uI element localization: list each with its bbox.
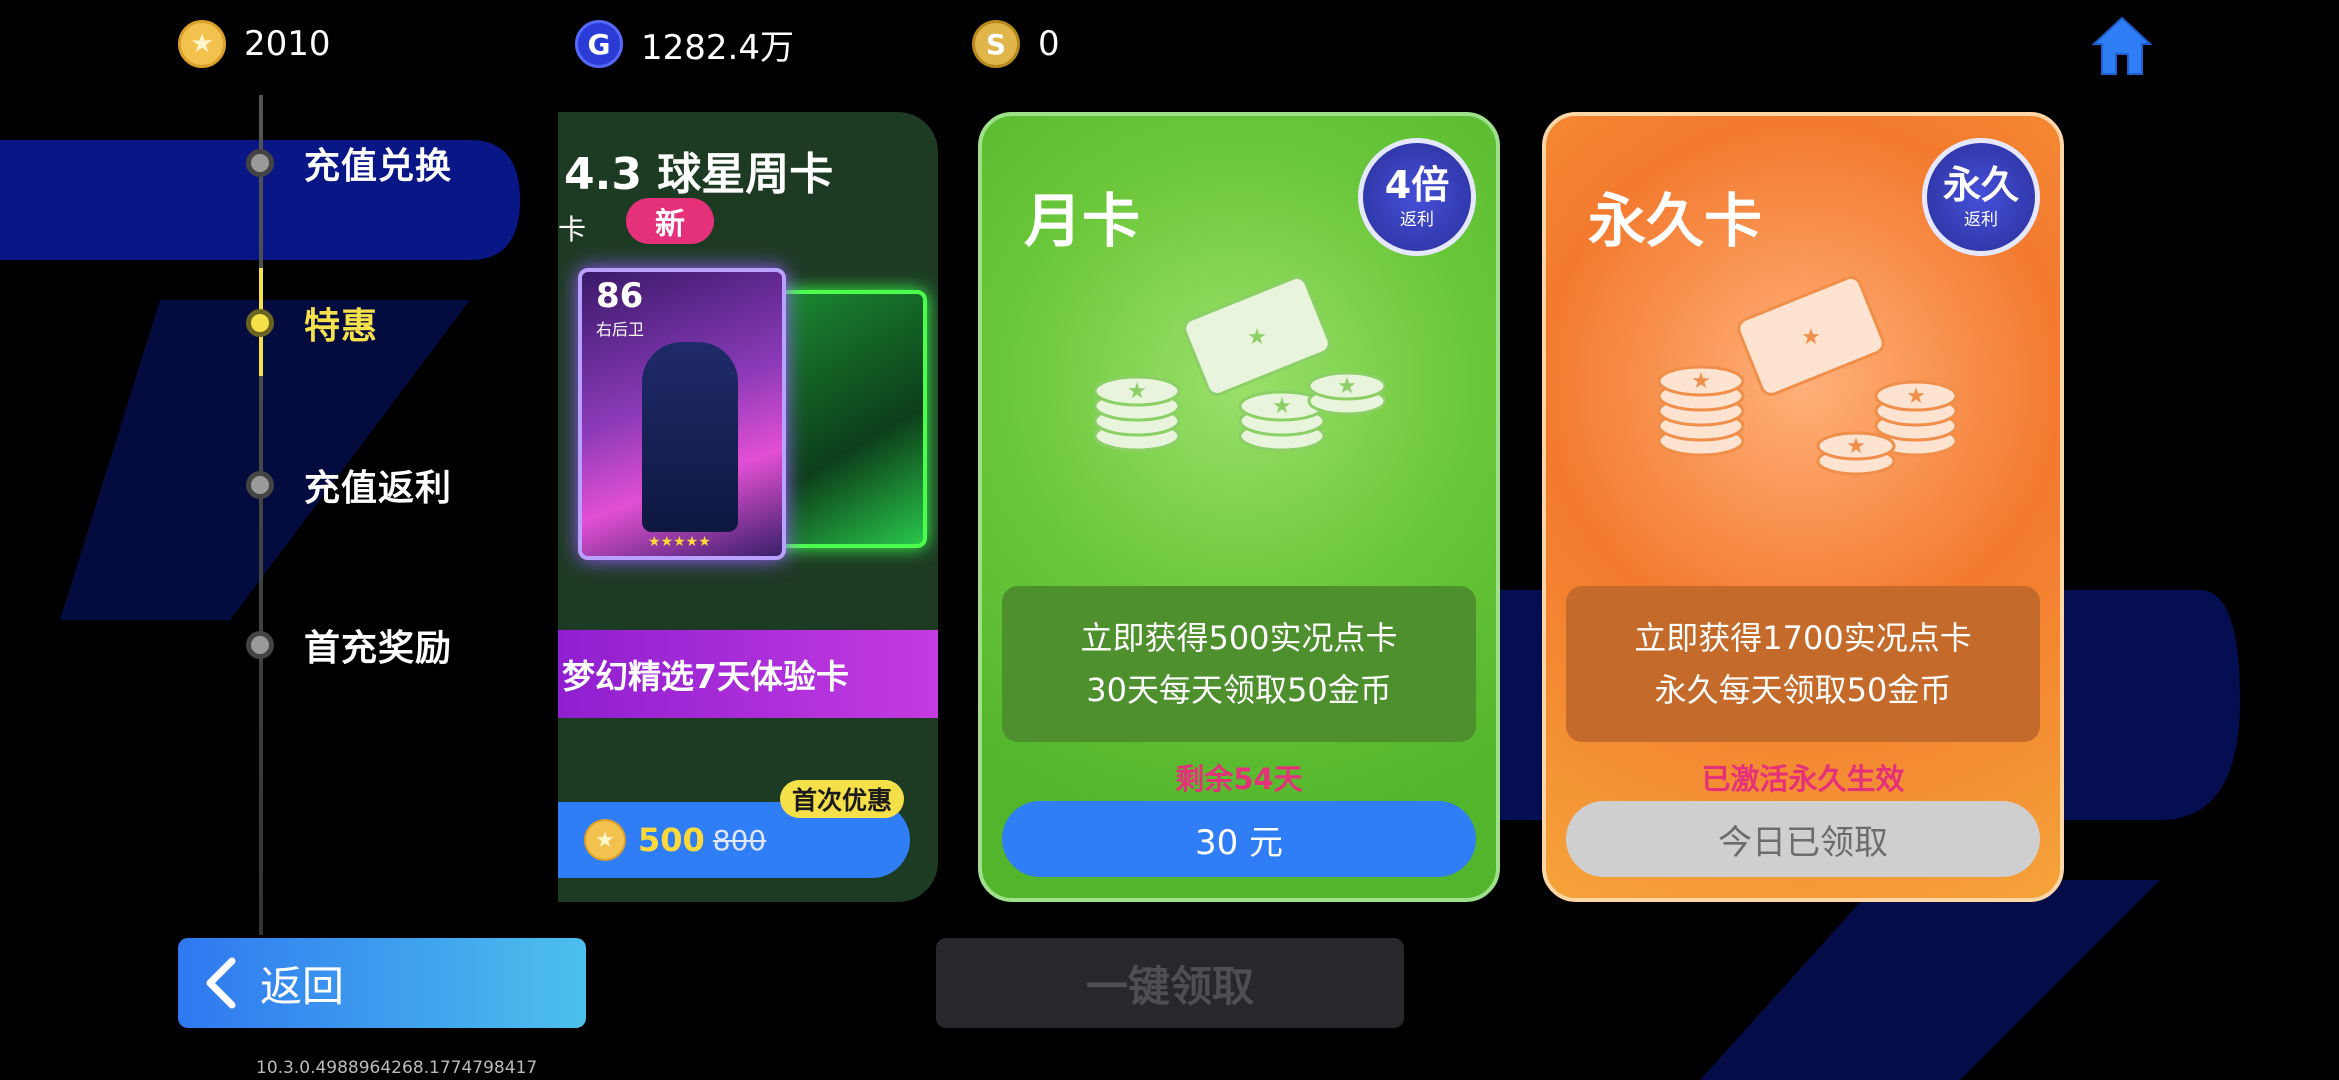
sidebar-item-label: 首充奖励 — [304, 628, 453, 669]
trial-banner: 梦幻精选7天体验卡 — [558, 630, 938, 718]
month-card-title: 月卡 — [1024, 187, 1141, 255]
week-card-subtitle: 卡 — [558, 213, 587, 246]
home-icon[interactable] — [2090, 14, 2154, 78]
nav-dot-icon — [246, 149, 274, 177]
star-rating-icon: ★★★★★ — [648, 534, 711, 550]
svg-text:★: ★ — [1247, 325, 1267, 350]
first-purchase-badge: 首次优惠 — [780, 780, 905, 818]
benefit-line: 永久每天领取50金币 — [1654, 671, 1952, 709]
nav-dot-icon — [246, 309, 274, 337]
star-coin-value: 2010 — [244, 24, 331, 64]
s-coin-value: 0 — [1038, 24, 1060, 64]
permanent-badge-sub: 返利 — [1964, 209, 1998, 230]
month-card[interactable]: 月卡 4倍 返利 ★ ★ ★ ★ 立即获得500实况点卡 30天每天领取50金币 剩余… — [978, 112, 1500, 902]
month-benefit-box: 立即获得500实况点卡 30天每天领取50金币 — [1002, 586, 1476, 742]
permanent-claimed-button[interactable]: 今日已领取 — [1566, 801, 2040, 877]
claim-all-button[interactable]: 一键领取 — [936, 938, 1404, 1028]
sidebar-timeline — [259, 95, 263, 935]
player-card-secondary — [763, 290, 927, 548]
svg-text:★: ★ — [1846, 434, 1866, 459]
new-badge: 新 — [626, 198, 714, 244]
g-coin-icon: G — [575, 20, 623, 68]
svg-text:★: ★ — [1337, 374, 1357, 399]
version-text: 10.3.0.4988964268.1774798417 — [256, 1058, 538, 1078]
svg-text:★: ★ — [1272, 394, 1292, 419]
sidebar-item-recharge-rebate[interactable]: 充值返利 — [246, 460, 452, 510]
permanent-badge: 永久 返利 — [1922, 138, 2040, 256]
star-coin-icon: ★ — [584, 819, 626, 861]
coins-ticket-icon: ★ ★ ★ ★ — [1657, 276, 1958, 476]
benefit-line: 30天每天领取50金币 — [1086, 671, 1392, 709]
month-status-text: 剩余54天 — [1175, 762, 1303, 796]
currency-g: G 1282.4万 — [575, 18, 794, 70]
month-card-buy-button[interactable]: 30 元 — [1002, 801, 1476, 877]
sidebar-item-label: 特惠 — [304, 306, 379, 347]
sidebar-item-special-offer[interactable]: 特惠 — [246, 298, 378, 348]
benefit-line: 立即获得500实况点卡 — [1080, 619, 1398, 657]
benefit-line: 立即获得1700实况点卡 — [1634, 619, 1972, 657]
currency-s: S 0 — [972, 18, 1060, 70]
sidebar-item-label: 充值返利 — [304, 468, 453, 509]
nav-dot-icon — [246, 631, 274, 659]
permanent-badge-value: 永久 — [1942, 162, 2019, 207]
permanent-benefit-box: 立即获得1700实况点卡 永久每天领取50金币 — [1566, 586, 2040, 742]
svg-text:★: ★ — [1906, 384, 1926, 409]
star-coin-icon: ★ — [178, 20, 226, 68]
svg-text:★: ★ — [1127, 379, 1147, 404]
permanent-card-title: 永久卡 — [1588, 187, 1763, 255]
player-position: 右后卫 — [596, 320, 645, 339]
permanent-status-text: 已激活永久生效 — [1701, 762, 1905, 796]
week-card[interactable]: 4.3 球星周卡 卡 新 86 右后卫 ★★★★★ 梦幻精选7天体验卡 首次优惠… — [558, 112, 938, 902]
nav-dot-icon — [246, 471, 274, 499]
permanent-card[interactable]: 永久卡 永久 返利 ★ ★ ★ ★ 立即获得1700实况点卡 永久每天领取50金币 已… — [1542, 112, 2064, 902]
player-card: 86 右后卫 ★★★★★ — [578, 268, 786, 560]
g-coin-value: 1282.4万 — [641, 27, 794, 68]
svg-text:★: ★ — [1801, 325, 1821, 350]
player-rating: 86 — [596, 276, 644, 316]
coins-ticket-icon: ★ ★ ★ ★ — [1093, 276, 1387, 452]
multiplier-value: 4倍 — [1384, 162, 1450, 207]
back-button[interactable]: 返回 — [178, 938, 586, 1028]
chevron-left-icon — [206, 957, 236, 1009]
svg-text:★: ★ — [1691, 369, 1711, 394]
sidebar-item-first-recharge[interactable]: 首充奖励 — [246, 620, 452, 670]
price-current: 500 — [638, 821, 705, 859]
back-button-label: 返回 — [260, 961, 345, 1011]
player-image — [642, 342, 738, 532]
week-card-title: 4.3 球星周卡 — [564, 149, 834, 200]
price-original: 800 — [712, 823, 767, 857]
currency-star: ★ 2010 — [178, 18, 331, 70]
sidebar-item-recharge-exchange[interactable]: 充值兑换 — [246, 138, 452, 188]
s-coin-icon: S — [972, 20, 1020, 68]
sidebar-item-label: 充值兑换 — [304, 146, 453, 187]
multiplier-badge: 4倍 返利 — [1358, 138, 1476, 256]
multiplier-sub: 返利 — [1400, 209, 1434, 230]
